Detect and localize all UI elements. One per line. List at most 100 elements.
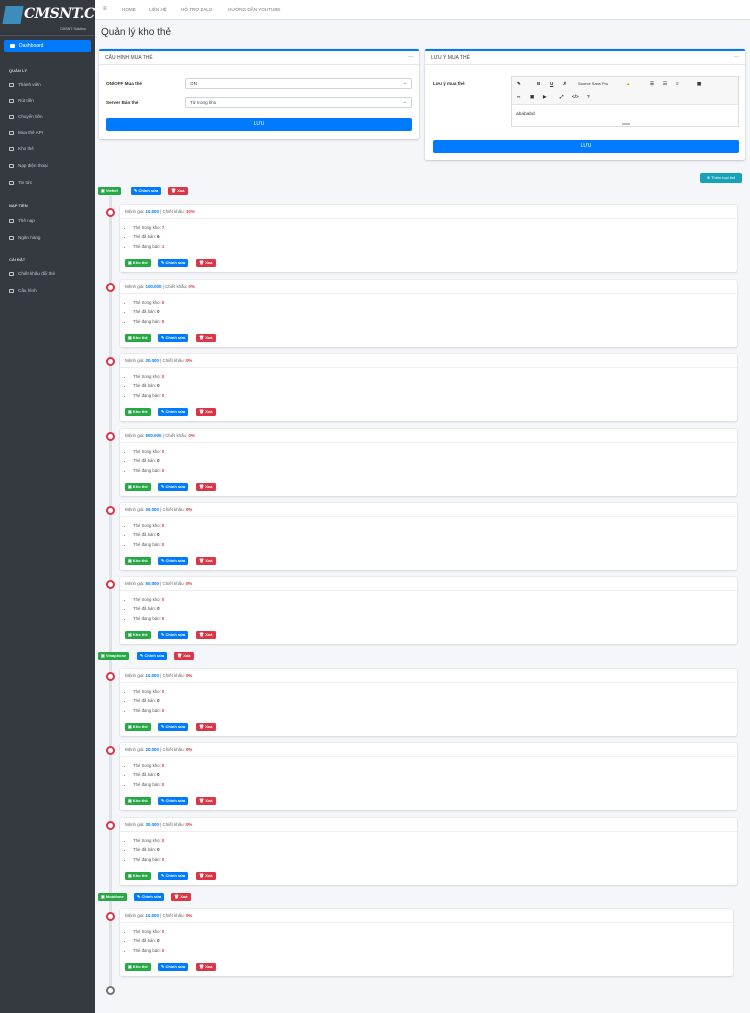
delete-group-button[interactable]: 🗑 Xoá bbox=[171, 893, 191, 901]
sidebar-item-card-discount[interactable]: Chiết khấu đổi thẻ bbox=[9, 271, 55, 276]
edit-button[interactable]: ✎ Chỉnh sửa bbox=[158, 557, 189, 565]
magic-icon[interactable]: ✎ bbox=[517, 81, 521, 87]
edit-button[interactable]: ✎ Chỉnh sửa bbox=[158, 872, 189, 880]
config-save-button[interactable]: LƯU bbox=[106, 118, 412, 131]
sidebar-item-buy-card-api[interactable]: Mua thẻ API bbox=[9, 130, 43, 135]
ol-icon[interactable]: ☷ bbox=[663, 81, 667, 87]
highlight-icon[interactable]: ▲ bbox=[626, 81, 631, 86]
stock-sold-row: Thẻ đã bán: 0 bbox=[133, 307, 164, 316]
table-icon[interactable]: ▦ bbox=[697, 81, 701, 87]
delete-group-button[interactable]: 🗑 Xoá bbox=[174, 652, 194, 660]
note-save-button[interactable]: LƯU bbox=[433, 140, 739, 153]
nav-link-contact[interactable]: LIÊN HỆ bbox=[149, 7, 167, 12]
sidebar-item-members[interactable]: Thành viên bbox=[9, 82, 41, 87]
underline-icon[interactable]: U bbox=[550, 81, 553, 86]
item-header: Mệnh giá: 50.000 | Chiết khấu: 0% bbox=[125, 581, 192, 586]
stock-button[interactable]: ▣ Kho thẻ bbox=[125, 334, 151, 342]
sidebar-item-news[interactable]: Tin tức bbox=[9, 180, 32, 185]
stock-button[interactable]: ▣ Kho thẻ bbox=[125, 408, 151, 416]
denom-label: Mệnh giá: bbox=[125, 581, 146, 586]
stock-value: 0 bbox=[157, 698, 160, 704]
stock-button[interactable]: ▣ Kho thẻ bbox=[125, 872, 151, 880]
edit-button[interactable]: ✎ Chỉnh sửa bbox=[158, 631, 189, 639]
delete-button[interactable]: 🗑 Xoá bbox=[196, 631, 216, 639]
delete-button[interactable]: 🗑 Xoá bbox=[196, 872, 216, 880]
edit-button[interactable]: ✎ Chỉnh sửa bbox=[158, 723, 189, 731]
stock-value: 0 bbox=[161, 449, 165, 454]
delete-button[interactable]: 🗑 Xoá bbox=[196, 408, 216, 416]
font-select[interactable]: Source Sans Pro bbox=[578, 81, 608, 86]
stock-button[interactable]: ▣ Kho thẻ bbox=[125, 259, 151, 267]
align-icon[interactable]: ≡ bbox=[676, 81, 679, 86]
code-icon[interactable]: </> bbox=[572, 94, 579, 99]
delete-button[interactable]: 🗑 Xoá bbox=[196, 334, 216, 342]
add-card-type-button[interactable]: ⊕ Thêm loại thẻ bbox=[700, 173, 742, 183]
stock-button[interactable]: ▣ Kho thẻ bbox=[125, 797, 151, 805]
stock-sold-row: Thẻ đã bán: 0 bbox=[133, 696, 164, 705]
video-icon[interactable]: ▶ bbox=[543, 94, 547, 100]
delete-button[interactable]: 🗑 Xoá bbox=[196, 557, 216, 565]
group-name-button[interactable]: ▣ Vinaphone bbox=[98, 652, 130, 660]
brand[interactable]: CMSNT.CO CMSNT Solution bbox=[0, 0, 107, 36]
discount-value: 10% bbox=[185, 209, 195, 214]
sidebar-item-config[interactable]: Cấu hình bbox=[9, 288, 37, 293]
sidebar-item-card-stock[interactable]: Kho thẻ bbox=[9, 146, 34, 151]
clear-format-icon[interactable]: ✗ bbox=[563, 81, 567, 87]
delete-button[interactable]: 🗑 Xoá bbox=[196, 483, 216, 491]
edit-button[interactable]: ✎ Chỉnh sửa bbox=[158, 408, 189, 416]
onoff-select[interactable]: ON ⌄ bbox=[185, 78, 412, 89]
denom-value: 20.000 bbox=[145, 747, 159, 752]
stock-button[interactable]: ▣ Kho thẻ bbox=[125, 723, 151, 731]
edit-button[interactable]: ✎ Chỉnh sửa bbox=[158, 797, 189, 805]
delete-button[interactable]: 🗑 Xoá bbox=[196, 723, 216, 731]
stock-button[interactable]: ▣ Kho thẻ bbox=[125, 631, 151, 639]
stock-selling-row: Thẻ đang bán: 0 bbox=[133, 946, 164, 955]
stock-value: 0 bbox=[161, 707, 165, 713]
editor-content[interactable]: abababd bbox=[516, 112, 535, 117]
server-select[interactable]: Từ trong kho ⌄ bbox=[185, 97, 412, 108]
collapse-icon[interactable]: — bbox=[734, 54, 739, 60]
menu-toggle-icon[interactable]: ≡ bbox=[103, 6, 107, 12]
group-name-button[interactable]: ▣ Mobifone bbox=[98, 893, 127, 901]
edit-group-button[interactable]: ✎ Chỉnh sửa bbox=[137, 652, 168, 660]
item-header: Mệnh giá: 100.000 | Chiết khấu: 0% bbox=[125, 284, 195, 289]
delete-button[interactable]: 🗑 Xoá bbox=[196, 259, 216, 267]
nav-link-youtube[interactable]: HƯỚNG DẪN YOUTUBE bbox=[228, 7, 280, 12]
delete-button[interactable]: 🗑 Xoá bbox=[196, 797, 216, 805]
sidebar-item-withdraw[interactable]: Rút tiền bbox=[9, 98, 34, 103]
edit-button[interactable]: ✎ Chỉnh sửa bbox=[158, 334, 189, 342]
nav-link-home[interactable]: HOME bbox=[122, 7, 136, 12]
collapse-icon[interactable]: — bbox=[408, 54, 413, 60]
sidebar-item-phone-topup[interactable]: Nạp điện thoại bbox=[9, 163, 48, 168]
edit-group-button[interactable]: ✎ Chỉnh sửa bbox=[131, 187, 162, 195]
edit-group-button[interactable]: ✎ Chỉnh sửa bbox=[134, 893, 165, 901]
sidebar-item-recharge-card[interactable]: Thẻ nạp bbox=[9, 218, 35, 223]
edit-button[interactable]: ✎ Chỉnh sửa bbox=[158, 259, 189, 267]
stock-selling-row: Thẻ đang bán: 0 bbox=[133, 780, 164, 789]
stock-button[interactable]: ▣ Kho thẻ bbox=[125, 557, 151, 565]
rich-text-editor[interactable]: ✎ B U ✗ Source Sans Pro ▲ ☰ ☷ ≡ ▦ ∞ ▣ ▶ … bbox=[511, 76, 739, 127]
sidebar-item-dashboard[interactable]: Dashboard bbox=[4, 40, 91, 52]
card-item: Mệnh giá: 10.000 | Chiết khấu: 10% Thẻ tr… bbox=[120, 205, 737, 272]
delete-group-button[interactable]: 🗑 Xoá bbox=[168, 187, 188, 195]
discount-label: | Chiết khấu: bbox=[158, 913, 186, 918]
link-icon[interactable]: ∞ bbox=[517, 94, 520, 99]
delete-button[interactable]: 🗑 Xoá bbox=[196, 963, 216, 971]
image-icon[interactable]: ▣ bbox=[530, 94, 534, 100]
stock-list: Thẻ trong kho: 0Thẻ đã bán: 0Thẻ đang bá… bbox=[133, 687, 164, 715]
stock-button[interactable]: ▣ Kho thẻ bbox=[125, 483, 151, 491]
fullscreen-icon[interactable]: ⤢ bbox=[560, 94, 564, 99]
edit-button[interactable]: ✎ Chỉnh sửa bbox=[158, 483, 189, 491]
stock-label: Thẻ đang bán: bbox=[133, 856, 162, 862]
help-icon[interactable]: ? bbox=[587, 94, 590, 99]
edit-button[interactable]: ✎ Chỉnh sửa bbox=[158, 963, 189, 971]
sidebar-item-transfer[interactable]: Chuyển tiền bbox=[9, 114, 43, 119]
bold-icon[interactable]: B bbox=[537, 81, 540, 86]
sidebar-item-bank[interactable]: Ngân hàng bbox=[9, 235, 40, 240]
group-name-button[interactable]: ▣ Viettel bbox=[98, 187, 121, 195]
nav-link-zalo[interactable]: HỖ TRỢ ZALO bbox=[181, 7, 212, 12]
ul-icon[interactable]: ☰ bbox=[650, 81, 654, 87]
resize-handle[interactable] bbox=[622, 123, 630, 125]
stock-button[interactable]: ▣ Kho thẻ bbox=[125, 963, 151, 971]
card-header: LƯU Ý MUA THẺ — bbox=[425, 51, 745, 65]
